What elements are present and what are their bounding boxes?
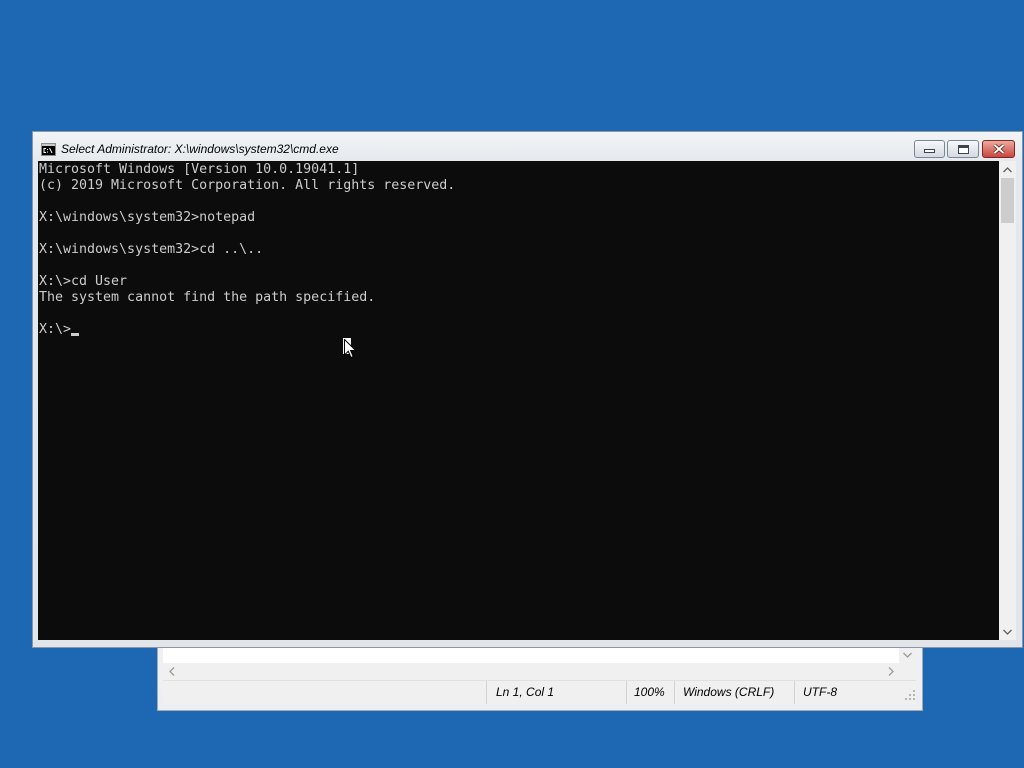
close-icon <box>992 144 1005 154</box>
cmd-window[interactable]: Select Administrator: X:\windows\system3… <box>32 131 1023 648</box>
chevron-right-icon[interactable] <box>882 663 899 680</box>
console-prompt-line: X:\> <box>39 322 999 338</box>
chevron-down-icon[interactable] <box>999 623 1016 640</box>
title-bar[interactable]: Select Administrator: X:\windows\system3… <box>33 132 1022 161</box>
console-output[interactable]: Microsoft Windows [Version 10.0.19041.1]… <box>38 161 999 640</box>
chevron-left-icon[interactable] <box>163 663 180 680</box>
status-bar: Ln 1, Col 1 100% Windows (CRLF) UTF-8 <box>163 680 916 704</box>
console-prompt: X:\> <box>39 322 72 337</box>
status-cursor-position: Ln 1, Col 1 <box>486 681 626 704</box>
close-button[interactable] <box>982 140 1015 158</box>
minimize-icon <box>924 145 935 154</box>
text-cursor <box>71 322 80 338</box>
status-encoding: UTF-8 <box>794 681 894 704</box>
maximize-icon <box>957 144 969 154</box>
chevron-down-icon[interactable] <box>899 646 916 663</box>
minimize-button[interactable] <box>914 140 945 158</box>
console-line: (c) 2019 Microsoft Corporation. All righ… <box>39 178 456 193</box>
size-grip-icon[interactable] <box>905 689 915 700</box>
console-line: X:\windows\system32>notepad <box>39 210 256 225</box>
console-line: Microsoft Windows [Version 10.0.19041.1] <box>39 162 360 177</box>
chevron-up-icon[interactable] <box>999 161 1016 178</box>
maximize-button[interactable] <box>947 140 979 158</box>
desktop: Ln 1, Col 1 100% Windows (CRLF) UTF-8 Se… <box>0 0 1024 768</box>
console-line: X:\>cd User <box>39 274 128 289</box>
window-title: Select Administrator: X:\windows\system3… <box>61 142 339 156</box>
scrollbar-thumb[interactable] <box>1001 178 1014 223</box>
scrollbar-corner <box>899 663 916 680</box>
mouse-pointer-icon <box>344 338 357 360</box>
console-scrollbar[interactable] <box>999 161 1016 640</box>
console-line: X:\windows\system32>cd ..\.. <box>39 242 264 257</box>
status-line-ending: Windows (CRLF) <box>674 681 794 704</box>
console-line: The system cannot find the path specifie… <box>39 290 376 305</box>
notepad-horizontal-scrollbar[interactable] <box>163 663 899 680</box>
cmd-icon[interactable] <box>41 143 56 156</box>
status-zoom: 100% <box>626 681 674 704</box>
